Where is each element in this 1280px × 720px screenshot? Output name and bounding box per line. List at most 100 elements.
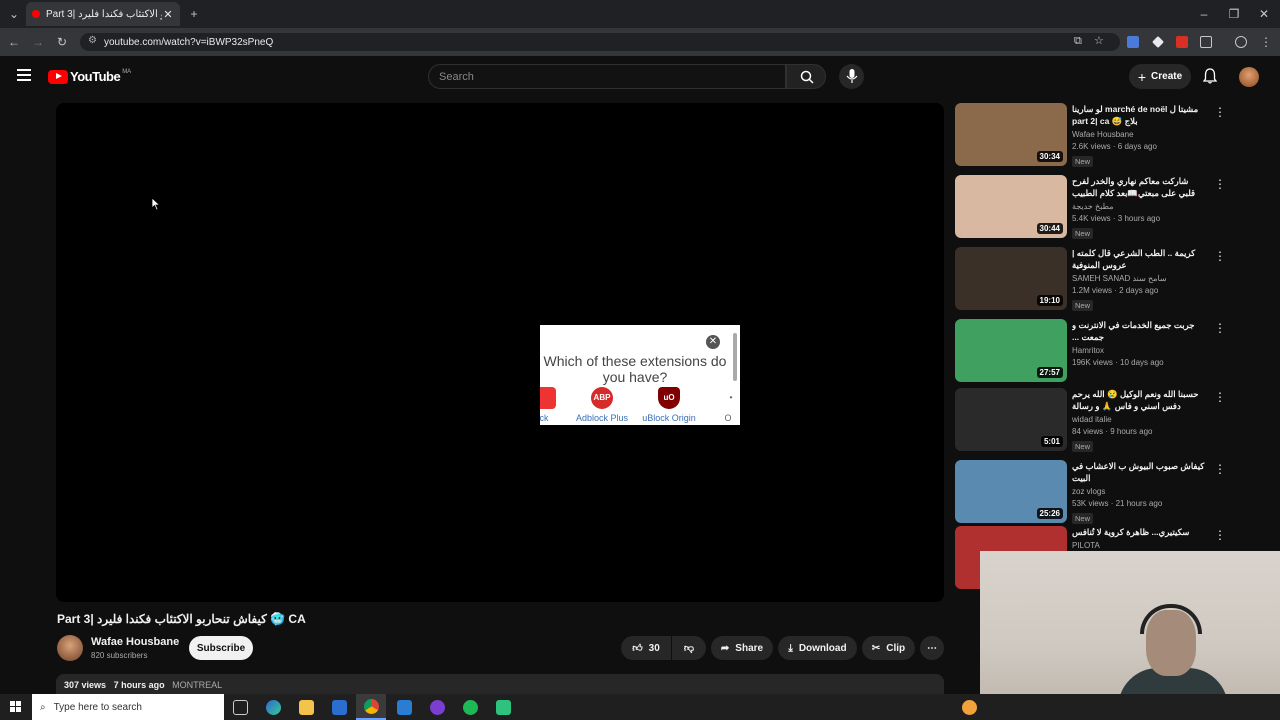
clip-button[interactable]: ✂ Clip bbox=[862, 636, 915, 660]
recommendation-title[interactable]: كيفاش صبوب البيوش ب الاعشاب في البيت bbox=[1072, 460, 1207, 484]
microsoft-store-icon[interactable] bbox=[332, 700, 347, 715]
account-avatar[interactable] bbox=[1239, 67, 1259, 87]
messenger-icon[interactable] bbox=[430, 700, 445, 715]
notifications-bell-icon[interactable] bbox=[1203, 68, 1217, 84]
recommendation-channel[interactable]: PILOTA bbox=[1072, 541, 1207, 550]
recommendation-views: 84 views bbox=[1072, 427, 1104, 436]
forward-icon[interactable]: → bbox=[30, 34, 46, 50]
taskbar-search[interactable]: ⌕ Type here to search bbox=[32, 694, 224, 720]
more-vertical-icon[interactable]: ⋮ bbox=[1214, 249, 1226, 263]
more-vertical-icon[interactable]: ⋮ bbox=[1214, 390, 1226, 404]
more-vertical-icon[interactable]: ⋮ bbox=[1214, 177, 1226, 191]
task-view-icon[interactable] bbox=[233, 700, 248, 715]
taskbar-search-icon: ⌕ bbox=[40, 701, 46, 713]
location-tag[interactable]: MONTREAL bbox=[172, 680, 222, 690]
video-thumbnail[interactable]: 27:57 bbox=[955, 319, 1067, 382]
red-extension-icon[interactable] bbox=[1176, 36, 1188, 48]
video-thumbnail[interactable]: 30:44 bbox=[955, 175, 1067, 238]
create-button[interactable]: + Create bbox=[1129, 64, 1191, 89]
weather-icon[interactable] bbox=[962, 700, 977, 715]
video-player[interactable] bbox=[56, 103, 944, 602]
recommendation-channel[interactable]: SAMEH SANAD سامح سند bbox=[1072, 274, 1207, 283]
recommendation-channel[interactable]: مطبخ خديجة bbox=[1072, 202, 1207, 211]
recommendation-channel[interactable]: widad italie bbox=[1072, 415, 1207, 424]
recommendation-info: مشيتا ل marché de noël لو سارينا بلاج 😅 … bbox=[1072, 103, 1207, 169]
view-count: 307 views bbox=[64, 680, 107, 690]
share-button[interactable]: ➦ Share bbox=[711, 636, 773, 660]
site-info-icon[interactable]: ⚙ bbox=[88, 35, 97, 46]
recommendation-card[interactable]: 5:01 حسبنا الله ونعم الوكيل 😢 الله يرحم د… bbox=[955, 388, 1226, 452]
tab-close-icon[interactable]: ✕ bbox=[162, 8, 174, 21]
browser-menu-icon[interactable]: ⋮ bbox=[1258, 34, 1274, 50]
channel-name[interactable]: Wafae Housbane bbox=[91, 636, 179, 648]
search-box[interactable] bbox=[428, 64, 786, 89]
video-thumbnail[interactable]: 19:10 bbox=[955, 247, 1067, 310]
recommendation-channel[interactable]: Hamritox bbox=[1072, 346, 1207, 355]
recommendation-channel[interactable]: zoz vlogs bbox=[1072, 487, 1207, 496]
like-button[interactable]: 👍︎ 30 bbox=[621, 636, 671, 660]
microphone-icon bbox=[846, 69, 858, 83]
search-button[interactable] bbox=[786, 64, 826, 89]
subscribe-button[interactable]: Subscribe bbox=[189, 636, 253, 660]
popup-scrollbar[interactable] bbox=[733, 333, 737, 381]
file-explorer-icon[interactable] bbox=[299, 700, 314, 715]
extension-option-adblock-plus[interactable]: ABP Adblock Plus bbox=[572, 387, 632, 423]
chrome-taskbar-active[interactable] bbox=[356, 694, 386, 720]
download-button[interactable]: ⤓ Download bbox=[778, 636, 857, 660]
green-app-icon[interactable] bbox=[496, 700, 511, 715]
install-app-icon[interactable]: ⧉ bbox=[1074, 35, 1082, 48]
translate-extension-icon[interactable] bbox=[1127, 36, 1139, 48]
video-duration: 5:01 bbox=[1040, 436, 1063, 447]
recommendation-title[interactable]: جربت جميع الخدمات في الانترنت و جمعت ... bbox=[1072, 319, 1207, 343]
extension-option-other[interactable]: • O bbox=[720, 387, 736, 423]
hamburger-menu-icon[interactable] bbox=[17, 69, 31, 81]
outlook-icon[interactable] bbox=[397, 700, 412, 715]
recommendation-card[interactable]: 30:34 مشيتا ل marché de noël لو سارينا بل… bbox=[955, 103, 1226, 169]
close-window-icon[interactable]: ✕ bbox=[1256, 6, 1272, 22]
back-icon[interactable]: ← bbox=[6, 34, 22, 50]
channel-avatar[interactable] bbox=[57, 635, 83, 661]
search-icon bbox=[800, 70, 814, 84]
windows-start-icon[interactable] bbox=[10, 701, 22, 713]
recommendation-card[interactable]: 27:57 جربت جميع الخدمات في الانترنت و جمع… bbox=[955, 319, 1226, 383]
more-vertical-icon[interactable]: ⋮ bbox=[1214, 321, 1226, 335]
more-vertical-icon[interactable]: ⋮ bbox=[1214, 105, 1226, 119]
extension-option-ublock-origin[interactable]: uO uBlock Origin bbox=[638, 387, 700, 423]
more-actions-button[interactable]: ⋯ bbox=[920, 636, 944, 660]
video-thumbnail[interactable]: 30:34 bbox=[955, 103, 1067, 166]
video-description[interactable]: 307 views 7 hours ago MONTREAL bbox=[56, 674, 944, 694]
more-vertical-icon[interactable]: ⋮ bbox=[1214, 528, 1226, 542]
extensions-puzzle-icon[interactable] bbox=[1200, 36, 1212, 48]
browser-tab[interactable]: Part 3| كيفاش تنحاربو الاكتئاب فكندا فلي… bbox=[26, 2, 180, 26]
recommendation-card[interactable]: 25:26 كيفاش صبوب البيوش ب الاعشاب في البي… bbox=[955, 460, 1226, 524]
tab-search-icon[interactable]: ⌄ bbox=[6, 6, 22, 22]
logo-text: YouTube bbox=[70, 69, 121, 84]
adblock-plus-icon: ABP bbox=[591, 387, 613, 409]
spotify-icon[interactable] bbox=[463, 700, 478, 715]
restore-window-icon[interactable]: ❐ bbox=[1226, 6, 1242, 22]
dislike-button[interactable]: 👎︎ bbox=[672, 636, 706, 660]
recommendation-title[interactable]: سكيتيري... ظاهرة كروية لا تُنافس bbox=[1072, 526, 1207, 538]
recommendation-title[interactable]: كريمة .. الطب الشرعي قال كلمته | عروس ال… bbox=[1072, 247, 1207, 271]
minimize-window-icon[interactable]: – bbox=[1196, 6, 1212, 22]
more-vertical-icon[interactable]: ⋮ bbox=[1214, 462, 1226, 476]
recommendation-title[interactable]: حسبنا الله ونعم الوكيل 😢 الله يرحم دفس ا… bbox=[1072, 388, 1207, 412]
video-thumbnail[interactable]: 25:26 bbox=[955, 460, 1067, 523]
search-input[interactable] bbox=[439, 70, 785, 83]
profile-icon[interactable] bbox=[1235, 36, 1247, 48]
popup-close-icon[interactable]: ✕ bbox=[706, 335, 720, 349]
recommendation-channel[interactable]: Wafae Housbane bbox=[1072, 130, 1207, 139]
recommendation-card[interactable]: 19:10 كريمة .. الطب الشرعي قال كلمته | عر… bbox=[955, 247, 1226, 311]
new-tab-button[interactable]: + bbox=[186, 6, 202, 22]
video-thumbnail[interactable]: 5:01 bbox=[955, 388, 1067, 451]
reload-icon[interactable]: ↻ bbox=[54, 34, 70, 50]
youtube-logo[interactable]: YouTube MA bbox=[48, 69, 131, 84]
recommendation-card[interactable]: 30:44 شاركت معاكم نهاري والخدر لفرح قلبي … bbox=[955, 175, 1226, 239]
address-bar[interactable]: ⚙ youtube.com/watch?v=iBWP32sPneQ ⧉ ☆ bbox=[80, 33, 1120, 51]
voice-search-button[interactable] bbox=[839, 64, 864, 89]
edge-browser-icon[interactable] bbox=[266, 700, 281, 715]
recommendation-title[interactable]: مشيتا ل marché de noël لو سارينا بلاج 😅 … bbox=[1072, 103, 1207, 127]
extension-option-ublock[interactable]: ck bbox=[540, 387, 556, 423]
bookmark-star-icon[interactable]: ☆ bbox=[1094, 34, 1104, 47]
recommendation-title[interactable]: شاركت معاكم نهاري والخدر لفرح قلبي على م… bbox=[1072, 175, 1207, 199]
